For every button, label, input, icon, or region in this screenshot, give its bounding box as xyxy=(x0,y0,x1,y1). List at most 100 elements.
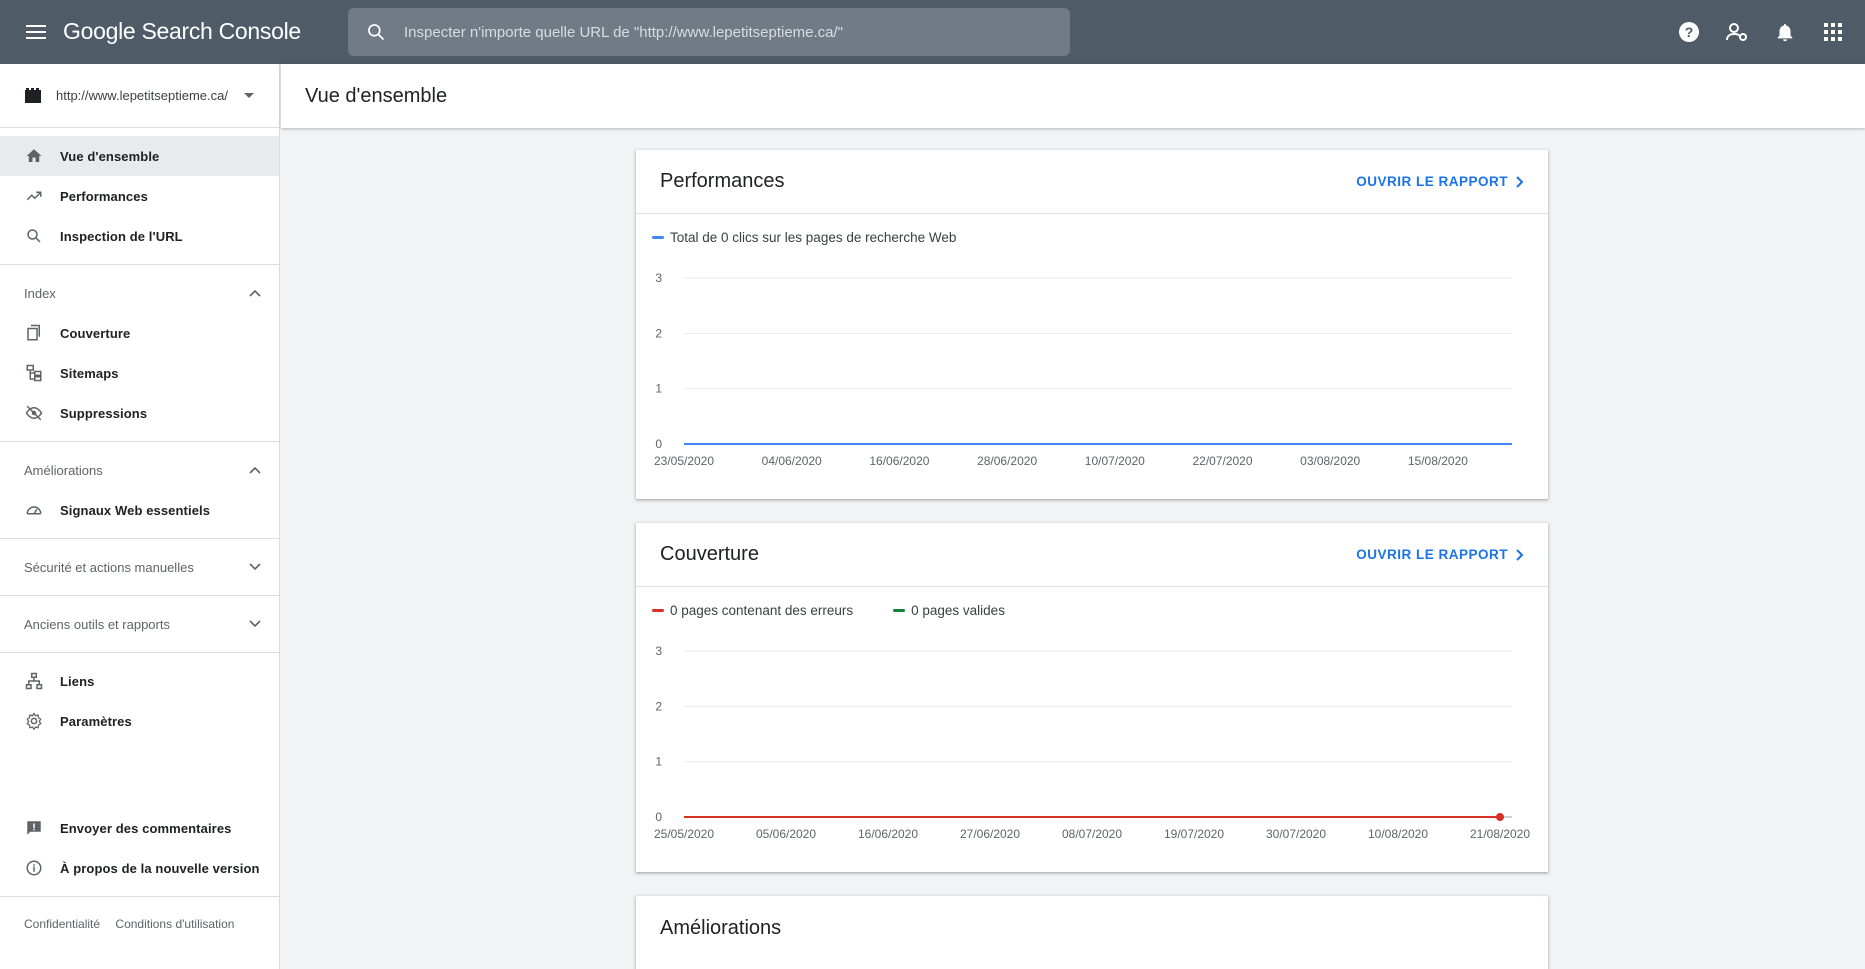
privacy-link[interactable]: Confidentialité xyxy=(24,917,100,931)
sidebar-item-core-web-vitals[interactable]: Signaux Web essentiels xyxy=(0,490,279,530)
open-report-link[interactable]: OUVRIR LE RAPPORT xyxy=(1356,174,1524,189)
x-tick-label: 23/05/2020 xyxy=(654,454,714,468)
top-app-bar: Google Search Console ? xyxy=(0,0,1865,64)
x-tick-label: 25/05/2020 xyxy=(654,827,714,841)
section-label: Améliorations xyxy=(24,462,103,478)
card-title: Améliorations xyxy=(660,916,782,939)
send-feedback-item[interactable]: Envoyer des commentaires xyxy=(0,808,279,848)
footer-links: Confidentialité Conditions d'utilisation xyxy=(24,914,264,934)
section-legacy-tools[interactable]: Anciens outils et rapports xyxy=(0,596,279,652)
apps-grid-icon[interactable] xyxy=(1809,0,1857,64)
x-tick-label: 28/06/2020 xyxy=(977,454,1037,468)
sidebar-item-url-inspection[interactable]: Inspection de l'URL xyxy=(0,216,279,256)
notifications-icon[interactable] xyxy=(1761,0,1809,64)
chevron-down-icon xyxy=(249,620,261,628)
info-icon xyxy=(24,858,44,878)
copy-pages-icon xyxy=(24,323,44,343)
settings-gear-icon xyxy=(24,711,44,731)
property-name: http://www.lepetitseptieme.ca/ xyxy=(56,88,228,103)
sidebar-item-label: Envoyer des commentaires xyxy=(60,820,232,836)
section-label: Index xyxy=(24,285,56,301)
sidebar-item-removals[interactable]: Suppressions xyxy=(0,393,279,433)
links-icon xyxy=(24,671,44,691)
speed-gauge-icon xyxy=(24,500,44,520)
chevron-right-icon xyxy=(1516,175,1524,188)
y-tick-label: 1 xyxy=(655,755,662,769)
coverage-chart: 0 1 2 3 25/05/2020 05/06/2020 16/06/2020 27/06/… xyxy=(654,644,1530,841)
chevron-right-icon xyxy=(1516,548,1524,561)
legend-item[interactable]: Total de 0 clics sur les pages de recher… xyxy=(652,230,956,245)
url-inspect-search[interactable] xyxy=(348,8,1070,56)
feedback-icon xyxy=(24,818,44,838)
dropdown-arrow-icon xyxy=(244,92,254,98)
page-title: Vue d'ensemble xyxy=(305,84,448,107)
open-report-link[interactable]: OUVRIR LE RAPPORT xyxy=(1356,547,1524,562)
sidebar-item-coverage[interactable]: Couverture xyxy=(0,313,279,353)
section-security[interactable]: Sécurité et actions manuelles xyxy=(0,539,279,595)
sidebar-item-overview[interactable]: Vue d'ensemble xyxy=(0,136,279,176)
y-tick-label: 2 xyxy=(655,699,662,713)
sidebar-item-label: Suppressions xyxy=(60,405,148,421)
legend-item[interactable]: 0 pages contenant des erreurs xyxy=(652,603,853,618)
manage-users-icon[interactable] xyxy=(1713,0,1761,64)
legend-swatch xyxy=(652,236,664,239)
sidebar-item-label: Vue d'ensemble xyxy=(60,148,160,164)
x-tick-label: 16/06/2020 xyxy=(869,454,929,468)
legend-item[interactable]: 0 pages valides xyxy=(893,603,1005,618)
performance-chart: 0 1 2 3 23/05/2020 04/06/2020 16/06/2020 28/06/… xyxy=(654,271,1512,468)
card-title: Performances xyxy=(660,170,785,192)
last-point-marker xyxy=(1496,813,1504,821)
card-title: Couverture xyxy=(660,543,759,565)
enhancements-card: Améliorations xyxy=(636,896,1548,969)
sidebar-item-label: Signaux Web essentiels xyxy=(60,502,211,518)
open-report-label: OUVRIR LE RAPPORT xyxy=(1356,547,1508,562)
legend-label: 0 pages valides xyxy=(911,603,1005,618)
sidebar-item-label: Inspection de l'URL xyxy=(60,228,183,244)
search-icon xyxy=(348,8,404,56)
site-favicon-icon xyxy=(25,87,41,103)
sidebar-item-performance[interactable]: Performances xyxy=(0,176,279,216)
section-label: Sécurité et actions manuelles xyxy=(24,559,194,575)
y-tick-label: 0 xyxy=(655,810,662,824)
app-logo[interactable]: Google Search Console xyxy=(63,18,301,45)
divider xyxy=(0,896,279,897)
x-tick-label: 15/08/2020 xyxy=(1408,454,1468,468)
x-tick-label: 27/06/2020 xyxy=(960,827,1020,841)
sitemap-icon xyxy=(24,363,44,383)
home-icon xyxy=(24,146,44,166)
y-tick-label: 3 xyxy=(655,644,662,658)
open-report-label: OUVRIR LE RAPPORT xyxy=(1356,174,1508,189)
help-icon[interactable]: ? xyxy=(1665,0,1713,64)
about-new-version-item[interactable]: À propos de la nouvelle version xyxy=(0,848,279,888)
sidebar-item-label: Performances xyxy=(60,188,148,204)
x-tick-label: 08/07/2020 xyxy=(1062,827,1122,841)
legend-label: 0 pages contenant des erreurs xyxy=(670,603,854,618)
sidebar-item-label: Sitemaps xyxy=(60,365,119,381)
chevron-down-icon xyxy=(249,563,261,571)
x-tick-label: 19/07/2020 xyxy=(1164,827,1224,841)
terms-link[interactable]: Conditions d'utilisation xyxy=(115,917,234,931)
y-tick-label: 3 xyxy=(655,271,662,285)
sidebar-item-label: Couverture xyxy=(60,325,131,341)
performance-card: Performances OUVRIR LE RAPPORT Total de … xyxy=(636,150,1548,499)
y-tick-label: 2 xyxy=(655,326,662,340)
sidebar-item-label: À propos de la nouvelle version xyxy=(60,860,260,876)
chevron-up-icon xyxy=(249,466,261,474)
x-tick-label: 03/08/2020 xyxy=(1300,454,1360,468)
legend-label: Total de 0 clics sur les pages de recher… xyxy=(670,230,957,245)
menu-icon[interactable] xyxy=(20,16,52,48)
y-tick-label: 1 xyxy=(655,382,662,396)
section-label: Anciens outils et rapports xyxy=(24,616,170,632)
x-tick-label: 05/06/2020 xyxy=(756,827,816,841)
sidebar-item-label: Paramètres xyxy=(60,713,132,729)
sidebar-item-links[interactable]: Liens xyxy=(0,661,279,701)
x-tick-label: 21/08/2020 xyxy=(1470,827,1530,841)
search-input[interactable] xyxy=(404,8,1070,56)
property-selector[interactable]: http://www.lepetitseptieme.ca/ xyxy=(0,64,279,128)
page-header: Vue d'ensemble xyxy=(281,64,1865,128)
trending-up-icon xyxy=(24,186,44,206)
search-icon xyxy=(24,226,44,246)
sidebar-item-sitemaps[interactable]: Sitemaps xyxy=(0,353,279,393)
chart-legend: Total de 0 clics sur les pages de recher… xyxy=(652,230,996,245)
sidebar-item-settings[interactable]: Paramètres xyxy=(0,701,279,741)
